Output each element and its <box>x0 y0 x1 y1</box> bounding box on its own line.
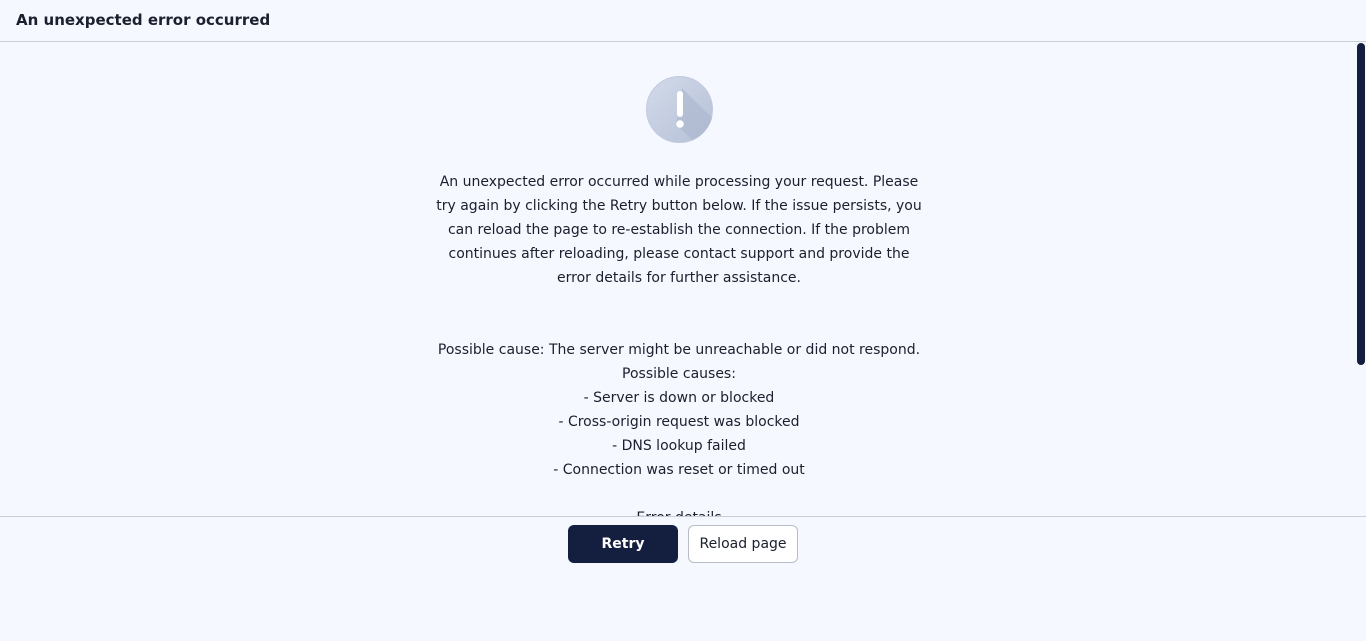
cause-item: - DNS lookup failed <box>612 438 746 454</box>
reload-page-button[interactable]: Reload page <box>688 525 798 563</box>
dialog-footer: Retry Reload page <box>0 516 1366 641</box>
error-details-label: Error details <box>430 506 928 516</box>
alert-exclamation-icon <box>646 76 713 143</box>
possible-causes-section: Possible cause: The server might be unre… <box>430 338 928 482</box>
cause-item: - Server is down or blocked <box>583 390 775 406</box>
error-message: An unexpected error occurred while proce… <box>436 174 922 286</box>
scrollbar[interactable] <box>1356 42 1366 516</box>
possible-cause-text: Possible cause: The server might be unre… <box>437 342 921 358</box>
dialog-title: An unexpected error occurred <box>16 11 271 29</box>
dialog-header: An unexpected error occurred <box>0 0 1366 42</box>
error-content-scroll-area[interactable]: An unexpected error occurred while proce… <box>0 42 1366 516</box>
cause-item: - Connection was reset or timed out <box>553 462 805 478</box>
cause-item: - Cross-origin request was blocked <box>558 414 800 430</box>
possible-causes-label: Possible causes: <box>622 366 736 382</box>
retry-button[interactable]: Retry <box>568 525 678 563</box>
scrollbar-thumb[interactable] <box>1357 43 1365 365</box>
